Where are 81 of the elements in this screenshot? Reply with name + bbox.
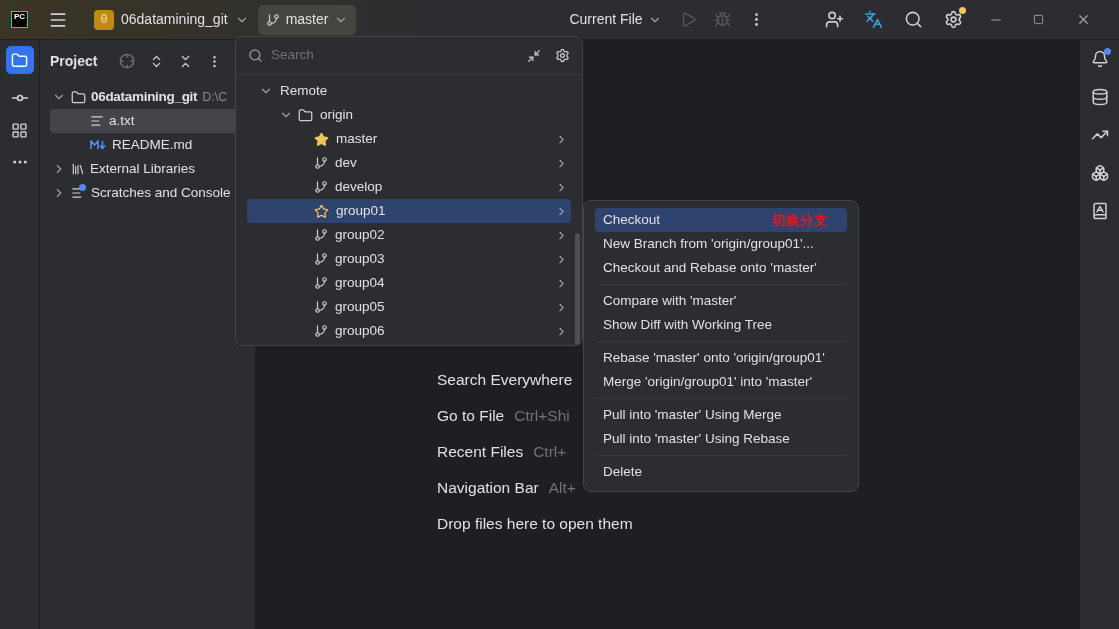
folder-icon <box>71 89 86 105</box>
branch-label: group01 <box>336 201 386 220</box>
branch-label: group06 <box>335 321 385 340</box>
database-icon[interactable] <box>1090 88 1109 106</box>
branch-item[interactable]: group02 <box>247 223 571 247</box>
menu-item[interactable]: Pull into 'master' Using Rebase <box>595 427 847 451</box>
tree-item[interactable]: Scratches and Console <box>50 181 243 205</box>
branch-label: group03 <box>335 249 385 268</box>
branch-item[interactable]: group06 <box>247 319 571 343</box>
structure-icon[interactable] <box>11 122 28 139</box>
hint-shortcut: Ctrl+ <box>533 442 567 463</box>
branch-item[interactable]: group03 <box>247 247 571 271</box>
tree-label: Scratches and Console <box>91 183 231 202</box>
branch-item[interactable]: master <box>247 127 571 151</box>
hint-label: Search Everywhere <box>437 370 573 391</box>
text-file-icon <box>90 114 104 128</box>
tree-item[interactable]: README.md <box>50 133 243 157</box>
branch-label: develop <box>335 177 383 196</box>
folder-icon <box>298 107 313 123</box>
project-selector[interactable]: 0 06datamining_git <box>88 5 255 34</box>
branch-label: origin <box>320 105 354 124</box>
branch-label: master <box>336 129 378 148</box>
maximize-icon[interactable] <box>1032 14 1044 25</box>
hint-label: Recent Files <box>437 442 524 463</box>
branch-label: group04 <box>335 273 385 292</box>
branch-item[interactable]: group04 <box>247 271 571 295</box>
project-badge: 0 <box>94 9 114 30</box>
hint-label: Drop files here to open them <box>437 514 633 535</box>
tree-path: D:\C <box>202 88 228 106</box>
menu-item[interactable]: Pull into 'master' Using Merge <box>595 403 847 427</box>
hint-label: Navigation Bar <box>437 478 539 499</box>
branch-icon <box>265 12 280 27</box>
markdown-icon <box>90 140 107 150</box>
packages-icon[interactable] <box>1090 164 1109 182</box>
hint-label: Go to File <box>437 406 505 427</box>
notifications-icon[interactable] <box>1090 50 1109 68</box>
settings-icon[interactable] <box>555 48 570 63</box>
branch-label: dev <box>335 153 357 172</box>
library-icon <box>71 162 85 176</box>
branch-label: group02 <box>335 225 385 244</box>
collapse-icon[interactable] <box>527 48 541 63</box>
tree-label: 06datamining_git <box>91 87 198 106</box>
branch-label: Remote <box>280 81 328 100</box>
branch-item[interactable]: develop <box>247 175 571 199</box>
branch-group[interactable]: origin <box>247 103 571 127</box>
settings-icon[interactable] <box>943 10 963 29</box>
scratch-icon <box>71 186 86 200</box>
branch-label: group05 <box>335 297 385 316</box>
tree-item[interactable]: 06datamining_git D:\C <box>50 85 243 109</box>
branch-item[interactable]: group01 <box>247 199 571 223</box>
scrollbar[interactable] <box>575 233 580 345</box>
search-field[interactable]: Search <box>271 45 519 66</box>
branch-item[interactable]: group05 <box>247 295 571 319</box>
tree-label: External Libraries <box>90 159 196 178</box>
menu-item[interactable]: Merge 'origin/group01' into 'master' <box>595 370 847 394</box>
hint-shortcut: Ctrl+Shi <box>514 406 570 427</box>
menu-item[interactable]: Compare with 'master' <box>595 289 847 313</box>
search-icon[interactable] <box>903 10 923 29</box>
book-icon[interactable] <box>1090 202 1109 220</box>
add-user-icon[interactable] <box>824 10 844 29</box>
branch-group[interactable]: Remote <box>247 79 571 103</box>
search-icon <box>248 48 263 63</box>
project-tool-icon[interactable] <box>5 46 34 74</box>
panel-title: Project <box>50 51 98 71</box>
menu-item[interactable]: Show Diff with Working Tree <box>595 313 847 337</box>
locate-icon[interactable] <box>119 53 136 69</box>
menu-item[interactable]: Delete <box>595 460 847 484</box>
branch-item[interactable]: dev <box>247 151 571 175</box>
run-config-selector[interactable]: Current File <box>569 9 662 30</box>
menu-item[interactable]: Checkout and Rebase onto 'master' <box>595 256 847 280</box>
branch-selector[interactable]: master <box>257 4 357 35</box>
menu-item[interactable]: Rebase 'master' onto 'origin/group01' <box>595 346 847 370</box>
hint-shortcut: Alt+ <box>548 478 576 499</box>
menu-item[interactable]: New Branch from 'origin/group01'... <box>595 232 847 256</box>
annotation: 切换分支 <box>772 211 828 230</box>
tree-label: README.md <box>112 135 193 154</box>
app-logo: PC <box>11 11 28 28</box>
star-icon[interactable] <box>314 203 329 219</box>
tree-item[interactable]: External Libraries <box>50 157 243 181</box>
tree-label: a.txt <box>109 111 135 130</box>
translate-icon[interactable] <box>863 10 883 29</box>
